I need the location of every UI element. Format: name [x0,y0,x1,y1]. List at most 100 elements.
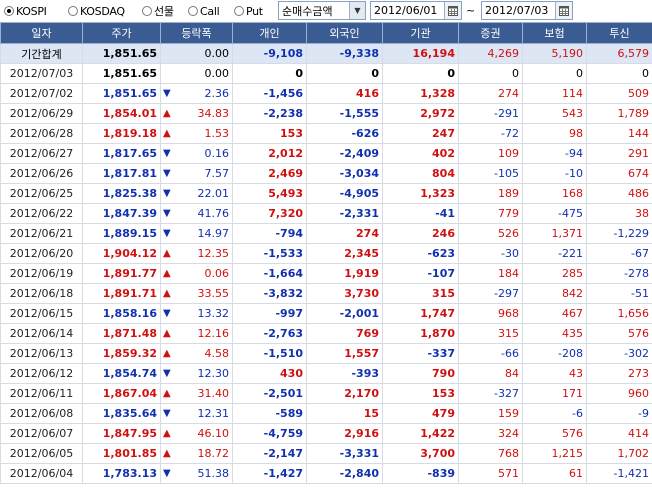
col-header-foreign[interactable]: 외국인 [306,22,383,44]
cell-change: ▼ 14.97 [160,223,233,244]
cell-change: ▼ 41.76 [160,203,233,224]
col-header-individual[interactable]: 개인 [232,22,307,44]
col-header-securities[interactable]: 증권 [458,22,523,44]
cell-change-value: 0.16 [204,147,230,160]
table-row[interactable]: 2012/06/18 1,891.71 ▲ 33.55 -3,832 3,730 315 -2… [0,283,652,304]
table-row[interactable]: 2012/06/04 1,783.13 ▼ 51.38 -1,427 -2,840 -839… [0,463,652,484]
cell-date: 기간합계 [0,43,83,64]
cell-change: ▲ 31.40 [160,383,233,404]
cell-trust: -278 [586,263,652,284]
radio-put[interactable]: Put [234,3,263,19]
cell-trust: 576 [586,323,652,344]
cell-insurance: -221 [522,243,587,264]
cell-foreign: -2,840 [306,463,383,484]
col-header-trust[interactable]: 투신 [586,22,652,44]
cell-insurance: 0 [522,63,587,84]
table-row[interactable]: 2012/07/02 1,851.65 ▼ 2.36 -1,456 416 1,328 274… [0,83,652,104]
measure-select[interactable]: 순매수금액 ▼ [278,1,366,20]
summary-row[interactable]: 기간합계 1,851.65 0.00 -9,108 -9,338 16,194 4,269 5… [0,43,652,64]
table-row[interactable]: 2012/06/14 1,871.48 ▲ 12.16 -2,763 769 1,870 31… [0,323,652,344]
cell-institution: 3,700 [382,443,459,464]
table-row[interactable]: 2012/06/07 1,847.95 ▲ 46.10 -4,759 2,916 1,422… [0,423,652,444]
table-row[interactable]: 2012/06/13 1,859.32 ▲ 4.58 -1,510 1,557 -337 -6… [0,343,652,364]
triangle-up-icon: ▲ [163,108,171,119]
cell-securities: 324 [458,423,523,444]
cell-foreign: -1,555 [306,103,383,124]
cell-trust: -67 [586,243,652,264]
cell-change: ▼ 13.32 [160,303,233,324]
cell-individual: -2,238 [232,103,307,124]
cell-securities: 4,269 [458,43,523,64]
table-row[interactable]: 2012/06/22 1,847.39 ▼ 41.76 7,320 -2,331 -41 77… [0,203,652,224]
table-row[interactable]: 2012/06/25 1,825.38 ▼ 22.01 5,493 -4,905 1,323… [0,183,652,204]
triangle-down-icon: ▼ [163,188,171,199]
cell-change-value: 0.00 [204,67,230,80]
cell-trust: 1,702 [586,443,652,464]
cell-insurance: -6 [522,403,587,424]
cell-trust: -51 [586,283,652,304]
radio-call[interactable]: Call [188,3,220,19]
date-to-field[interactable]: 2012/07/03 [481,1,573,20]
cell-insurance: 467 [522,303,587,324]
table-row[interactable]: 2012/06/11 1,867.04 ▲ 31.40 -2,501 2,170 153 -3… [0,383,652,404]
date-from-value: 2012/06/01 [374,4,438,17]
cell-price: 1,859.32 [82,343,161,364]
cell-date: 2012/06/13 [0,343,83,364]
table-row[interactable]: 2012/06/21 1,889.15 ▼ 14.97 -794 274 246 526 1,3… [0,223,652,244]
cell-securities: 159 [458,403,523,424]
cell-securities: 274 [458,83,523,104]
calendar-icon[interactable] [555,2,572,19]
radio-kospi[interactable]: KOSPI [4,3,47,19]
cell-change: ▼ 12.30 [160,363,233,384]
table-row[interactable]: 2012/06/15 1,858.16 ▼ 13.32 -997 -2,001 1,747 9… [0,303,652,324]
triangle-down-icon: ▼ [163,168,171,179]
cell-individual: -794 [232,223,307,244]
table-body: 기간합계 1,851.65 0.00 -9,108 -9,338 16,194 4,269 5… [0,43,652,484]
radio-futures[interactable]: 선물 [142,3,174,19]
table-row[interactable]: 2012/06/20 1,904.12 ▲ 12.35 -1,533 2,345 -623-… [0,243,652,264]
table-row[interactable]: 2012/06/26 1,817.81 ▼ 7.57 2,469 -3,034 804 -10… [0,163,652,184]
calendar-icon[interactable] [444,2,461,19]
investor-trading-grid: 일자 주가 등락폭 개인 외국인 기관 증권 보험 투신 기간합계 1,851.6… [0,22,652,484]
col-header-insurance[interactable]: 보험 [522,22,587,44]
table-row[interactable]: 2012/06/12 1,854.74 ▼ 12.30 430 -393 790 84 43 27… [0,363,652,384]
cell-change-value: 22.01 [197,187,230,200]
table-row[interactable]: 2012/06/19 1,891.77 ▲ 0.06 -1,664 1,919 -107 18… [0,263,652,284]
cell-date: 2012/06/28 [0,123,83,144]
cell-foreign: 0 [306,63,383,84]
chevron-down-icon[interactable]: ▼ [349,2,365,19]
table-row[interactable]: 2012/06/29 1,854.01 ▲ 34.83 -2,238 -1,555 2,97… [0,103,652,124]
cell-securities: 184 [458,263,523,284]
cell-individual: 0 [232,63,307,84]
col-header-date[interactable]: 일자 [0,22,83,44]
table-row[interactable]: 2012/06/08 1,835.64 ▼ 12.31 -589 15 479 159 -6 -9 [0,403,652,424]
table-row[interactable]: 2012/07/03 1,851.65 0.00 0 0 0 0 0 0 [0,63,652,84]
cell-insurance: 114 [522,83,587,104]
table-row[interactable]: 2012/06/28 1,819.18 ▲ 1.53 153 -626 247 -72 98 14… [0,123,652,144]
cell-date: 2012/06/21 [0,223,83,244]
cell-foreign: -626 [306,123,383,144]
date-from-field[interactable]: 2012/06/01 [370,1,462,20]
radio-kosdaq[interactable]: KOSDAQ [68,3,125,19]
col-header-price[interactable]: 주가 [82,22,161,44]
col-header-institution[interactable]: 기관 [382,22,459,44]
cell-insurance: 98 [522,123,587,144]
cell-change-value: 0.06 [204,267,230,280]
triangle-down-icon: ▼ [163,228,171,239]
cell-price: 1,835.64 [82,403,161,424]
cell-individual: -1,427 [232,463,307,484]
cell-date: 2012/06/07 [0,423,83,444]
cell-date: 2012/06/11 [0,383,83,404]
cell-insurance: 171 [522,383,587,404]
cell-date: 2012/06/08 [0,403,83,424]
cell-foreign: -3,034 [306,163,383,184]
table-row[interactable]: 2012/06/05 1,801.85 ▲ 18.72 -2,147 -3,331 3,70… [0,443,652,464]
radio-call-indicator [188,6,198,16]
cell-insurance: -10 [522,163,587,184]
cell-trust: 0 [586,63,652,84]
table-row[interactable]: 2012/06/27 1,817.65 ▼ 0.16 2,012 -2,409 402 109… [0,143,652,164]
cell-foreign: 274 [306,223,383,244]
cell-institution: 1,747 [382,303,459,324]
cell-change: ▼ 12.31 [160,403,233,424]
col-header-change[interactable]: 등락폭 [160,22,233,44]
